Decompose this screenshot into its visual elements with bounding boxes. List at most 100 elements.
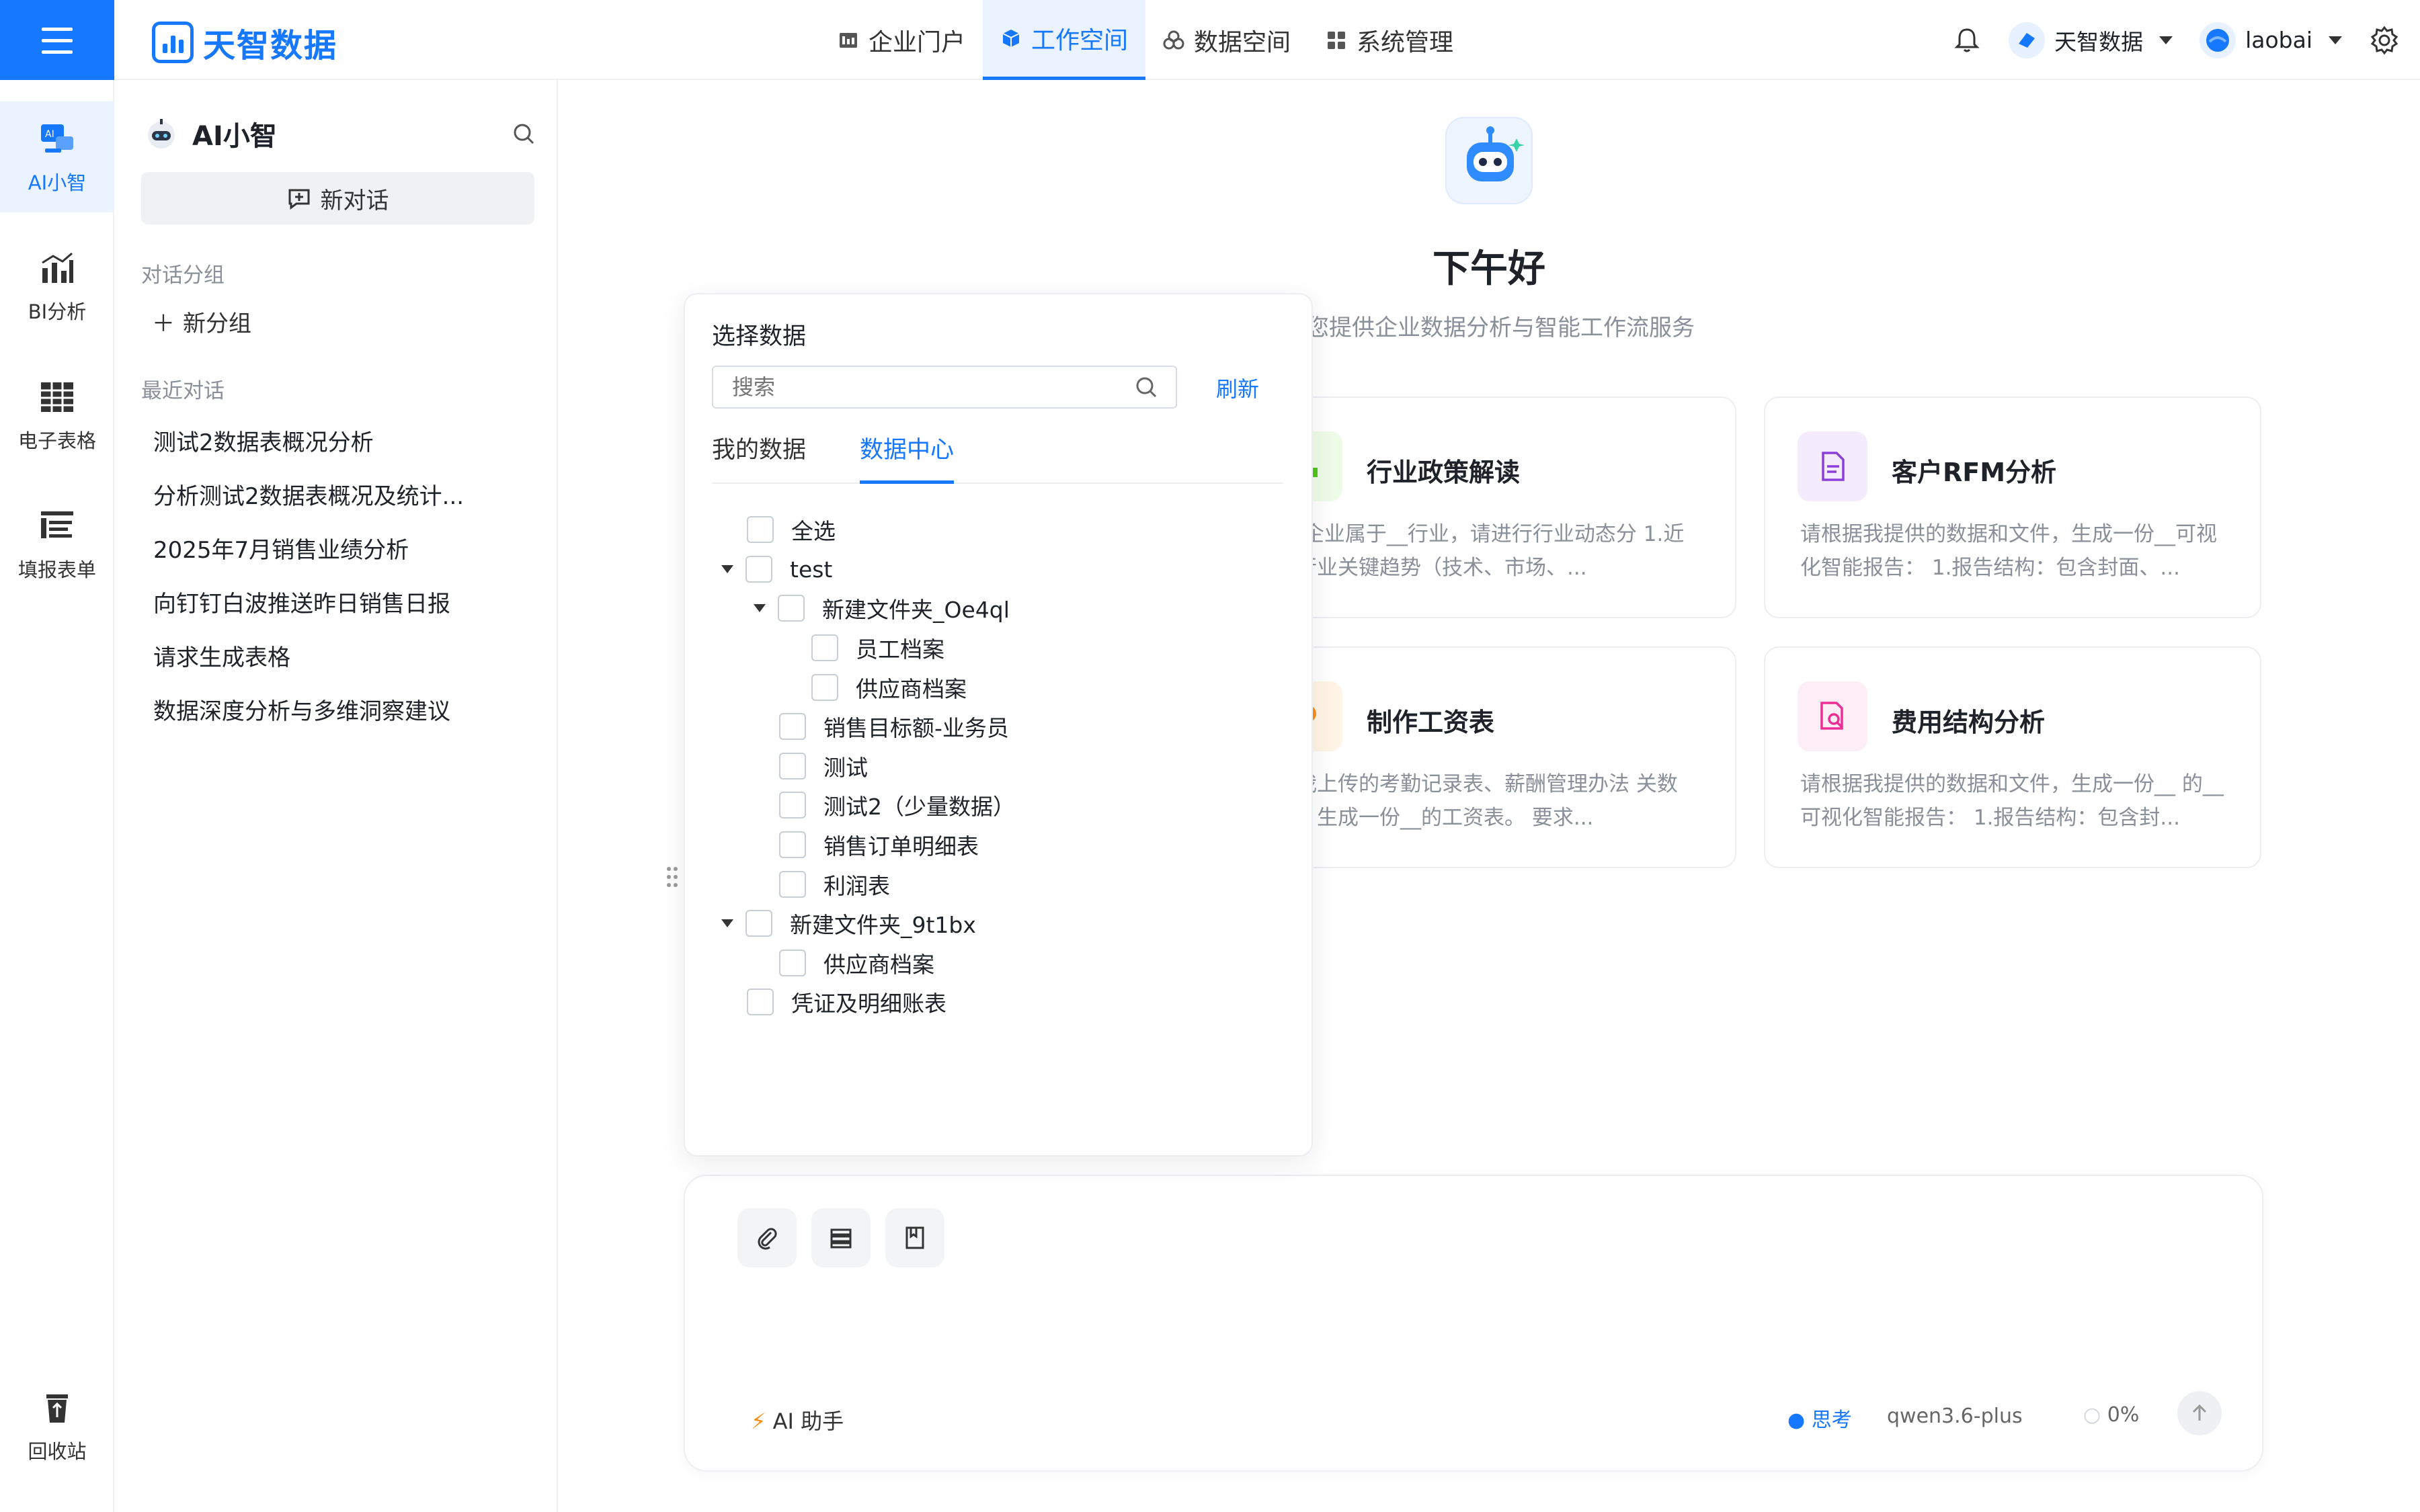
tree-node[interactable]: 测试	[779, 747, 868, 786]
caret-down-icon[interactable]	[721, 919, 733, 927]
list-item[interactable]: 数据深度分析与多维洞察建议	[153, 685, 530, 739]
gear-icon[interactable]	[2369, 25, 2400, 56]
checkbox[interactable]	[747, 989, 774, 1015]
caret-down-icon[interactable]	[754, 604, 766, 612]
row-label: 销售目标额-业务员	[823, 715, 1009, 741]
list-item[interactable]: 测试2数据表概况分析	[153, 416, 530, 470]
refresh-button[interactable]: 刷新	[1216, 372, 1259, 403]
checkbox[interactable]	[811, 674, 838, 701]
paperclip-icon	[758, 1228, 777, 1250]
row-label: 全选	[791, 518, 836, 544]
bar-chart-icon	[42, 252, 73, 283]
robot-avatar-icon	[148, 119, 175, 149]
prompt-card-rfm[interactable]: 客户RFM分析 请根据我提供的数据和文件，生成一份__可视化智能报告： 1.报告…	[1764, 396, 2261, 618]
group-section-label: 对话分组	[141, 263, 225, 288]
chevron-down-icon	[2329, 36, 2342, 44]
search-input[interactable]	[712, 366, 1177, 409]
list-item[interactable]: 2025年7月销售业绩分析	[153, 523, 530, 577]
attach-button[interactable]	[737, 1208, 797, 1267]
send-button[interactable]	[2177, 1391, 2222, 1435]
row-label: 测试	[823, 755, 868, 781]
sidebar-header: AI小智	[144, 107, 536, 161]
list-item[interactable]: 请求生成表格	[153, 631, 530, 685]
select-all-row[interactable]: 全选	[747, 510, 836, 549]
left-rail: AI AI小智 BI分析 电子表格 填报表单 回收站	[0, 80, 114, 1512]
sidebar-title: AI小智	[192, 121, 277, 152]
tree-node[interactable]: 销售目标额-业务员	[779, 707, 1009, 746]
checkbox[interactable]	[747, 516, 774, 543]
card-title: 费用结构分析	[1892, 708, 2046, 737]
think-toggle[interactable]: ● 思考	[1787, 1403, 1852, 1433]
checkbox[interactable]	[779, 831, 806, 858]
tree-node[interactable]: 员工档案	[811, 628, 944, 667]
tree-node[interactable]: 供应商档案	[811, 668, 967, 707]
checkbox[interactable]	[779, 753, 806, 780]
tree-node[interactable]: 供应商档案	[779, 943, 934, 982]
card-title: 客户RFM分析	[1892, 458, 2057, 487]
row-label: 销售订单明细表	[823, 833, 979, 859]
checkbox[interactable]	[745, 556, 772, 583]
checkbox[interactable]	[779, 950, 806, 976]
rail-item-form[interactable]: 填报表单	[0, 489, 114, 599]
rail-label: 电子表格	[17, 429, 96, 452]
prompt-card-expense[interactable]: 费用结构分析 请根据我提供的数据和文件，生成一份__ 的__可视化智能报告： 1…	[1764, 646, 2261, 868]
nav-item-workspace[interactable]: 工作空间	[983, 0, 1146, 80]
prompt-card-industry-policy[interactable]: 行业政策解读 f在企业属于__行业，请进行行业动态分 1.近期行业关键趋势（技术…	[1239, 396, 1736, 618]
think-label: 思考	[1811, 1409, 1852, 1432]
checkbox[interactable]	[779, 871, 806, 898]
user-menu[interactable]: laobai	[2200, 22, 2342, 58]
tab-data-center[interactable]: 数据中心	[860, 429, 955, 484]
chat-composer[interactable]: ⚡ AI 助手 ● 思考 qwen3.6-plus ○ 0%	[684, 1175, 2263, 1472]
list-item[interactable]: 向钉钉白波推送昨日销售日报	[153, 577, 530, 631]
chat-plus-icon	[288, 189, 309, 210]
tree-node[interactable]: 新建文件夹_9t1bx	[721, 904, 976, 943]
svg-text:AI: AI	[45, 129, 54, 140]
nav-item-portal[interactable]: 企业门户	[820, 0, 983, 80]
rail-item-sheet[interactable]: 电子表格	[0, 360, 114, 470]
checkbox[interactable]	[779, 713, 806, 740]
table-icon	[41, 382, 73, 412]
app-logo[interactable]: 天智数据	[152, 19, 337, 66]
popover-tabs: 我的数据 数据中心	[712, 429, 1283, 484]
tree-node[interactable]: 凭证及明细账表	[747, 982, 946, 1021]
new-chat-button[interactable]: 新对话	[141, 172, 534, 224]
rail-item-bi[interactable]: BI分析	[0, 230, 114, 341]
tab-my-data[interactable]: 我的数据	[712, 429, 806, 484]
tree-node[interactable]: 新建文件夹_Oe4ql	[754, 589, 1010, 628]
bell-icon[interactable]	[1952, 26, 1982, 55]
checkbox[interactable]	[811, 634, 838, 661]
hamburger-menu-button[interactable]	[0, 0, 114, 80]
search-icon[interactable]	[1133, 374, 1160, 401]
caret-down-icon[interactable]	[721, 565, 733, 573]
ai-helper-toggle[interactable]: ⚡ AI 助手	[751, 1404, 844, 1435]
card-description: 请根据我提供的数据和文件，生成一份__可视化智能报告： 1.报告结构：包含封面、…	[1800, 522, 2217, 580]
new-group-button[interactable]: ＋ 新分组	[152, 305, 251, 338]
checkbox[interactable]	[778, 595, 805, 622]
rail-item-recycle[interactable]: 回收站	[0, 1370, 114, 1481]
top-bar: 天智数据 企业门户 工作空间 数据空间 系统管理 天智数据 laobai	[0, 0, 2420, 80]
data-select-button[interactable]	[811, 1208, 871, 1267]
nav-item-dataspace[interactable]: 数据空间	[1145, 0, 1308, 80]
checkbox[interactable]	[745, 910, 772, 937]
tree-node[interactable]: test	[721, 550, 832, 589]
org-name: 天智数据	[2054, 28, 2144, 55]
org-icon	[2009, 22, 2046, 58]
row-label: 测试2（少量数据）	[823, 794, 1015, 820]
form-icon	[41, 511, 73, 538]
tree-node[interactable]: 测试2（少量数据）	[779, 786, 1015, 825]
row-label: 凭证及明细账表	[791, 991, 946, 1017]
nav-item-system[interactable]: 系统管理	[1308, 0, 1471, 80]
org-switcher[interactable]: 天智数据	[2009, 22, 2173, 58]
search-icon[interactable]	[511, 121, 536, 146]
model-selector[interactable]: qwen3.6-plus	[1887, 1404, 2023, 1428]
tree-node[interactable]: 利润表	[779, 865, 890, 904]
tree-node[interactable]: 销售订单明细表	[779, 825, 979, 864]
checkbox[interactable]	[779, 792, 806, 818]
knowledge-button[interactable]	[885, 1208, 944, 1267]
nav-label: 工作空间	[1031, 27, 1129, 54]
resize-handle[interactable]	[664, 865, 680, 889]
rail-item-ai[interactable]: AI AI小智	[0, 101, 114, 212]
list-item[interactable]: 分析测试2数据表概况及统计...	[153, 470, 530, 523]
card-title: 制作工资表	[1367, 708, 1495, 737]
prompt-card-payroll[interactable]: 制作工资表 据我上传的考勤记录表、薪酬管理办法 关数据，生成一份__的工资表。 …	[1239, 646, 1736, 868]
